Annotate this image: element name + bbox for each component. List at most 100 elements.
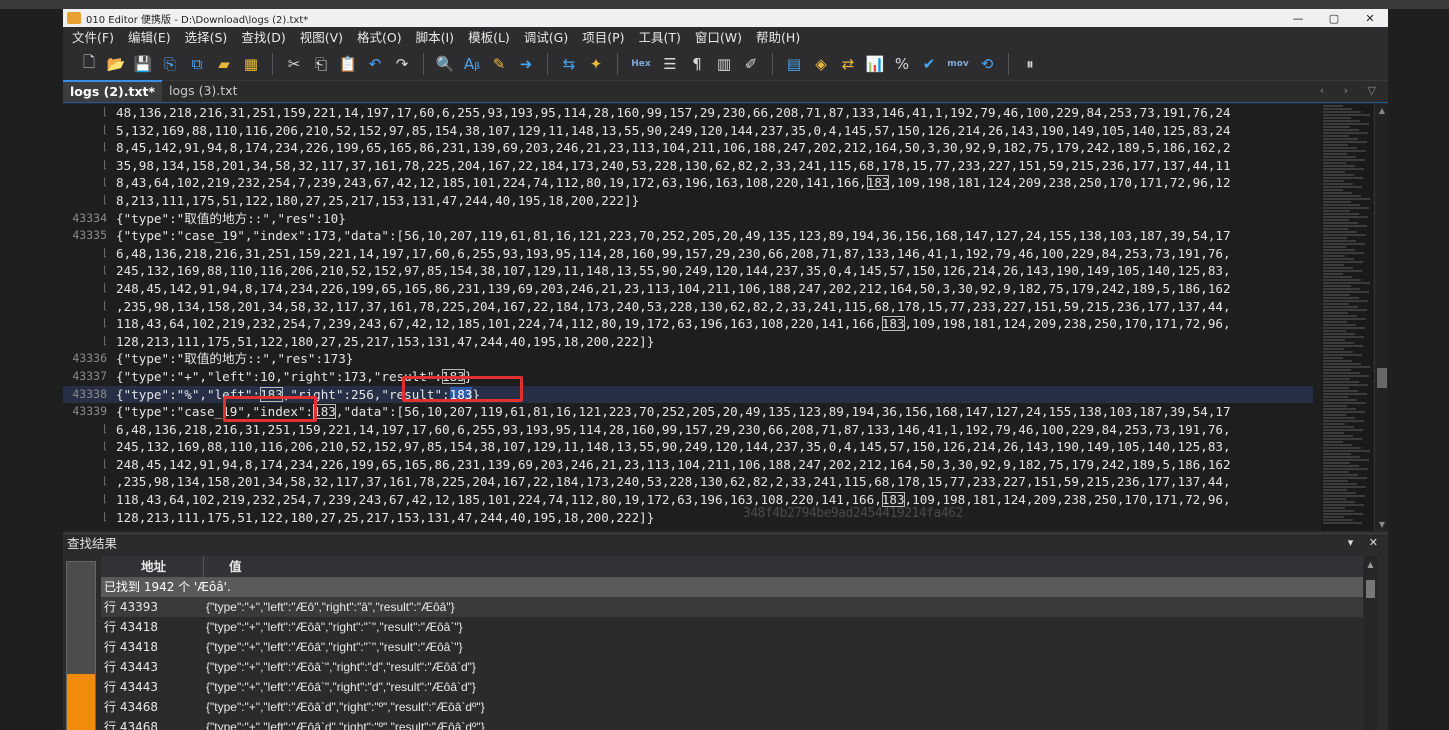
open-file-icon[interactable]: 📂 <box>104 52 128 76</box>
editor-line[interactable]: ⌊ 128,213,111,175,51,122,180,27,25,217,15… <box>63 333 1313 351</box>
hex-mode-button[interactable]: Hex <box>627 52 655 76</box>
menu-view[interactable]: 视图(V) <box>293 27 350 48</box>
find-results-controls[interactable]: ▾ ✕ <box>1348 536 1384 549</box>
editor-line[interactable]: ⌊ 248,45,142,91,94,8,174,234,226,199,65,1… <box>63 456 1313 474</box>
minimap-line <box>1323 522 1362 524</box>
copy-icon[interactable]: ⎗ <box>309 52 333 76</box>
menu-format[interactable]: 格式(O) <box>350 27 409 48</box>
menu-script[interactable]: 脚本(I) <box>409 27 461 48</box>
menu-select[interactable]: 选择(S) <box>178 27 235 48</box>
editor-line[interactable]: ⌊ 8,213,111,175,51,122,180,27,25,217,153,… <box>63 192 1313 210</box>
line-content: {"type":"case_19","index":173,"data":[56… <box>116 228 1231 244</box>
results-scrollbar[interactable]: ▲ <box>1364 556 1377 730</box>
editor-line[interactable]: ⌊ 6,48,136,218,216,31,251,159,221,14,197,… <box>63 421 1313 439</box>
percent-icon[interactable]: % <box>890 52 914 76</box>
goto-icon[interactable]: ➜ <box>514 52 538 76</box>
minimap-line <box>1323 237 1347 239</box>
editor-line[interactable]: 43334 {"type":"取值的地方::","res":10} <box>63 210 1313 228</box>
menu-find[interactable]: 查找(D) <box>234 27 292 48</box>
tab-navigation[interactable]: ‹ › ▽ <box>1320 84 1384 97</box>
show-whitespace-icon[interactable]: ¶ <box>685 52 709 76</box>
columns-icon[interactable]: ▥ <box>712 52 736 76</box>
editor-line[interactable]: ⌊ ,235,98,134,158,201,34,58,32,117,37,161… <box>63 473 1313 491</box>
tab-logs-2[interactable]: logs (2).txt* <box>63 80 163 102</box>
column-address[interactable]: 地址 <box>101 556 204 577</box>
wrap-marker-icon: ⌊ <box>101 159 108 171</box>
checksum-icon[interactable]: ✔ <box>917 52 941 76</box>
editor-line[interactable]: ⌊ 8,45,142,91,94,8,174,234,226,199,65,165… <box>63 139 1313 157</box>
save-as-icon[interactable]: ⎘ <box>158 52 182 76</box>
editor-line[interactable]: ⌊ 118,43,64,102,219,232,254,7,239,243,67,… <box>63 315 1313 333</box>
results-scrollbar-thumb[interactable] <box>1366 580 1375 598</box>
menu-debug[interactable]: 调试(G) <box>517 27 575 48</box>
scroll-up-icon[interactable]: ▲ <box>1375 106 1388 115</box>
scrollbar-thumb[interactable] <box>1377 368 1387 388</box>
base-convert-icon[interactable]: ⟲ <box>975 52 999 76</box>
inspector-icon[interactable]: ◈ <box>809 52 833 76</box>
editor-line[interactable]: ⌊ 245,132,169,88,110,116,206,210,52,152,9… <box>63 438 1313 456</box>
editor-line[interactable]: ⌊ 35,98,134,158,201,34,58,32,117,37,161,7… <box>63 157 1313 175</box>
menu-edit[interactable]: 编辑(E) <box>121 27 178 48</box>
minimap[interactable] <box>1321 104 1373 531</box>
editor-line[interactable]: ⌊ 48,136,218,216,31,251,159,221,14,197,17… <box>63 104 1313 122</box>
menu-project[interactable]: 项目(P) <box>575 27 631 48</box>
workspace-icon[interactable]: ▦ <box>239 52 263 76</box>
editor-line[interactable]: ⌊ ,235,98,134,158,201,34,58,32,117,37,161… <box>63 298 1313 316</box>
menu-file[interactable]: 文件(F) <box>65 27 121 48</box>
menu-window[interactable]: 窗口(W) <box>688 27 749 48</box>
tab-logs-3[interactable]: logs (3).txt <box>162 80 244 102</box>
editor-line[interactable]: ⌊ 8,43,64,102,219,232,254,7,239,243,67,42… <box>63 174 1313 192</box>
bookmark-icon[interactable]: ✦ <box>584 52 608 76</box>
minimize-button[interactable]: — <box>1280 12 1316 25</box>
pause-icon[interactable]: ⏸ <box>1018 52 1042 76</box>
compare-icon[interactable]: ⇆ <box>557 52 581 76</box>
title-bar[interactable]: 010 Editor 便携版 - D:\Download\logs (2).tx… <box>63 9 1388 27</box>
editor-line[interactable]: ⌊ 5,132,169,88,110,116,206,210,52,152,97,… <box>63 122 1313 140</box>
results-scroll-up-icon[interactable]: ▲ <box>1364 560 1377 569</box>
mov-button[interactable]: mov <box>944 52 972 76</box>
find-icon[interactable]: 🔍 <box>433 52 457 76</box>
editor-line[interactable]: ⌊ 118,43,64,102,219,232,254,7,239,243,67,… <box>63 491 1313 509</box>
editor-line[interactable]: ⌊ 128,213,111,175,51,122,180,27,25,217,15… <box>63 509 1313 527</box>
result-row[interactable]: 行 43393 {"type":"+","left":"Æô","right":"… <box>101 597 1363 617</box>
result-row[interactable]: 行 43468 {"type":"+","left":"Æôâ`d","right… <box>101 697 1363 717</box>
minimap-line <box>1323 474 1358 476</box>
new-file-icon[interactable]: 🗋 <box>77 52 101 76</box>
result-row[interactable]: 行 43443 {"type":"+","left":"Æôâ`","right"… <box>101 677 1363 697</box>
replace-icon[interactable]: Aᵦ <box>460 52 484 76</box>
column-value[interactable]: 值 <box>204 556 242 577</box>
maximize-button[interactable]: ▢ <box>1316 12 1352 25</box>
result-row[interactable]: 行 43468 {"type":"+","left":"Æôâ`d","right… <box>101 717 1363 730</box>
minimap-line <box>1323 261 1363 263</box>
redo-icon[interactable]: ↷ <box>390 52 414 76</box>
editor-line[interactable]: 43336 {"type":"取值的地方::","res":173} <box>63 350 1313 368</box>
open-folder-icon[interactable]: ▰ <box>212 52 236 76</box>
find-in-files-icon[interactable]: ✎ <box>487 52 511 76</box>
calculator-icon[interactable]: ▤ <box>782 52 806 76</box>
result-row[interactable]: 行 43443 {"type":"+","left":"Æôâ`","right"… <box>101 657 1363 677</box>
results-summary[interactable]: 已找到 1942 个 'Æôâ'. <box>101 578 1363 597</box>
scroll-down-icon[interactable]: ▼ <box>1375 520 1388 529</box>
editor-line[interactable]: 43337 {"type":"+","left":10,"right":173,"… <box>63 368 1313 386</box>
save-icon[interactable]: 💾 <box>131 52 155 76</box>
menu-help[interactable]: 帮助(H) <box>749 27 807 48</box>
highlight-icon[interactable]: ✐ <box>739 52 763 76</box>
editor-line[interactable]: ⌊ 245,132,169,88,110,116,206,210,52,152,9… <box>63 262 1313 280</box>
paste-icon[interactable]: 📋 <box>336 52 360 76</box>
menu-tools[interactable]: 工具(T) <box>632 27 688 48</box>
close-button[interactable]: ✕ <box>1352 12 1388 25</box>
convert-icon[interactable]: ⇄ <box>836 52 860 76</box>
text-mode-icon[interactable]: ☰ <box>658 52 682 76</box>
editor-vertical-scrollbar[interactable]: ▲ ▼ <box>1374 104 1388 531</box>
undo-icon[interactable]: ↶ <box>363 52 387 76</box>
result-row[interactable]: 行 43418 {"type":"+","left":"Æôâ","right":… <box>101 637 1363 657</box>
histogram-icon[interactable]: 📊 <box>863 52 887 76</box>
editor-line[interactable]: ⌊ 248,45,142,91,94,8,174,234,226,199,65,1… <box>63 280 1313 298</box>
cut-icon[interactable]: ✂ <box>282 52 306 76</box>
result-row[interactable]: 行 43418 {"type":"+","left":"Æôâ","right":… <box>101 617 1363 637</box>
save-all-icon[interactable]: ⧉ <box>185 52 209 76</box>
editor-line[interactable]: 43335 {"type":"case_19","index":173,"data… <box>63 227 1313 245</box>
text-editor[interactable]: ⌊ 48,136,218,216,31,251,159,221,14,197,17… <box>63 104 1388 531</box>
menu-template[interactable]: 模板(L) <box>461 27 517 48</box>
editor-line[interactable]: ⌊ 6,48,136,218,216,31,251,159,221,14,197,… <box>63 245 1313 263</box>
